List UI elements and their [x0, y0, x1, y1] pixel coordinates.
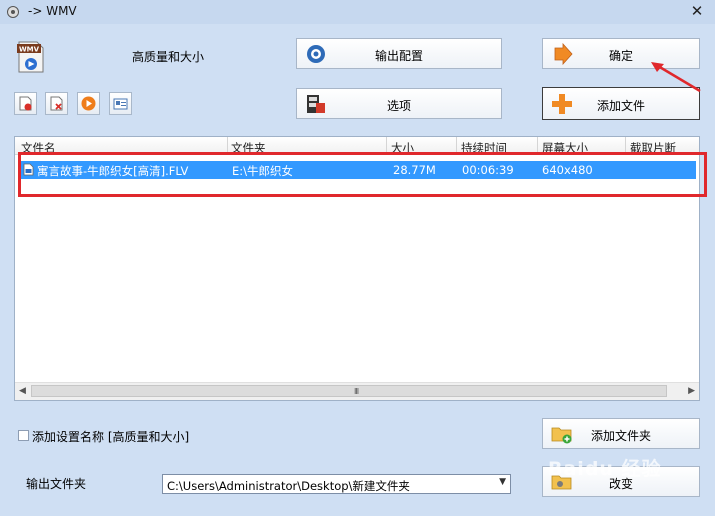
title-bar: -> WMV ✕	[0, 0, 715, 24]
scroll-left-icon[interactable]: ◀	[19, 386, 26, 396]
converter-window: -> WMV ✕ WMV 高质量和大小 输出配置 确定 选项 添加文件 文件名 …	[0, 0, 715, 516]
output-folder-select[interactable]: C:\Users\Administrator\Desktop\新建文件夹 ▼	[162, 474, 511, 494]
remove-item-button[interactable]	[14, 92, 37, 115]
window-title: -> WMV	[28, 4, 77, 18]
wmv-file-icon: WMV	[17, 41, 44, 73]
clear-list-button[interactable]	[45, 92, 68, 115]
selection-annotation-box	[18, 152, 707, 197]
add-file-label: 添加文件	[596, 99, 645, 113]
horizontal-scrollbar[interactable]: ◀ III ▶	[15, 382, 699, 400]
output-folder-label: 输出文件夹	[26, 477, 87, 491]
watermark-text: Baidu 经验	[548, 458, 662, 480]
profile-label: 高质量和大小	[132, 50, 205, 64]
output-config-button[interactable]: 输出配置	[296, 38, 502, 69]
play-icon	[81, 96, 96, 111]
app-icon	[7, 6, 19, 18]
chevron-down-icon[interactable]: ▼	[499, 477, 506, 487]
options-label: 选项	[386, 99, 411, 113]
remove-item-icon	[19, 96, 32, 111]
play-button[interactable]	[77, 92, 100, 115]
options-button[interactable]: 选项	[296, 88, 502, 119]
clear-list-icon	[50, 96, 63, 111]
scroll-thumb[interactable]: III	[31, 385, 667, 397]
scroll-right-icon[interactable]: ▶	[688, 386, 695, 396]
add-setting-name-checkbox[interactable]	[18, 430, 29, 441]
media-info-button[interactable]	[109, 92, 132, 115]
wmv-badge-text: WMV	[19, 46, 40, 54]
close-button[interactable]: ✕	[689, 3, 705, 19]
add-folder-button[interactable]: 添加文件夹	[542, 418, 700, 449]
add-setting-name-label[interactable]: 添加设置名称 [高质量和大小]	[32, 428, 189, 445]
annotation-arrow-icon	[651, 62, 701, 93]
media-info-icon	[113, 98, 128, 110]
scroll-grip: III	[354, 387, 359, 396]
output-config-label: 输出配置	[374, 49, 423, 63]
add-folder-label: 添加文件夹	[590, 429, 651, 443]
output-folder-value: C:\Users\Administrator\Desktop\新建文件夹	[167, 479, 410, 493]
